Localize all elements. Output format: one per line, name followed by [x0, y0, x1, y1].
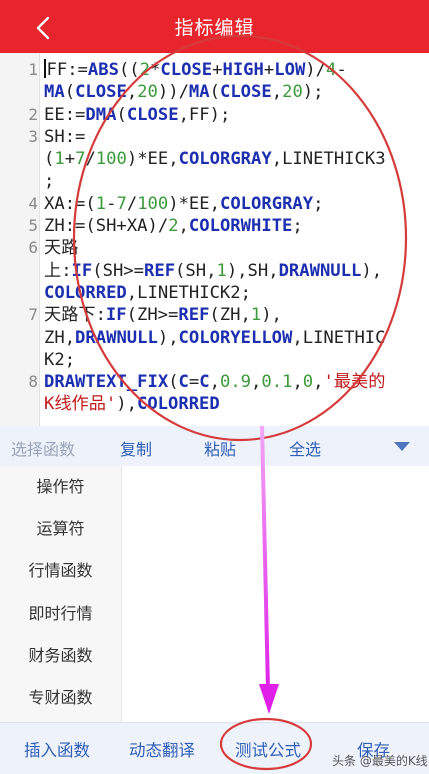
edit-toolbar: 选择函数 复制 粘贴 全选 [0, 426, 429, 466]
line-number: 6 [28, 238, 38, 258]
test-formula-button[interactable]: 测试公式 [235, 737, 301, 761]
line-number: 2 [28, 104, 38, 124]
category-item[interactable]: 即时行情 [0, 593, 121, 635]
watermark: 头条 @最美的K线 [332, 754, 428, 768]
code-area[interactable]: 1 FF:=ABS((2*CLOSE+HIGH+LOW)/4- MA(CLOSE,… [28, 59, 424, 416]
dynamic-translate-button[interactable]: 动态翻译 [129, 737, 195, 761]
insert-function-button[interactable]: 插入函数 [24, 737, 90, 761]
page-title: 指标编辑 [174, 17, 255, 39]
text-cursor [44, 59, 46, 78]
category-item[interactable]: 操作符 [0, 466, 121, 508]
line-number: 1 [28, 60, 38, 79]
select-function-button[interactable]: 选择函数 [11, 436, 75, 460]
line-number: 3 [28, 126, 38, 146]
function-category-list: 操作符 运算符 行情函数 即时行情 财务函数 专财函数 [0, 466, 122, 722]
line-number: 8 [28, 372, 38, 392]
line-number: 4 [28, 193, 38, 213]
category-item[interactable]: 专财函数 [0, 677, 121, 719]
app-header: 指标编辑 [0, 0, 429, 53]
line-number: 7 [28, 305, 38, 325]
category-item[interactable]: 运算符 [0, 508, 121, 550]
line-number: 5 [28, 216, 38, 236]
copy-button[interactable]: 复制 [120, 436, 152, 460]
triangle-down-icon[interactable] [394, 442, 410, 451]
select-all-button[interactable]: 全选 [289, 436, 321, 460]
paste-button[interactable]: 粘贴 [204, 436, 236, 460]
category-item[interactable]: 财务函数 [0, 635, 121, 677]
function-panel: 操作符 运算符 行情函数 即时行情 财务函数 专财函数 [0, 466, 429, 722]
formula-editor[interactable]: 1 FF:=ABS((2*CLOSE+HIGH+LOW)/4- MA(CLOSE,… [0, 53, 429, 426]
category-item[interactable]: 行情函数 [0, 550, 121, 592]
